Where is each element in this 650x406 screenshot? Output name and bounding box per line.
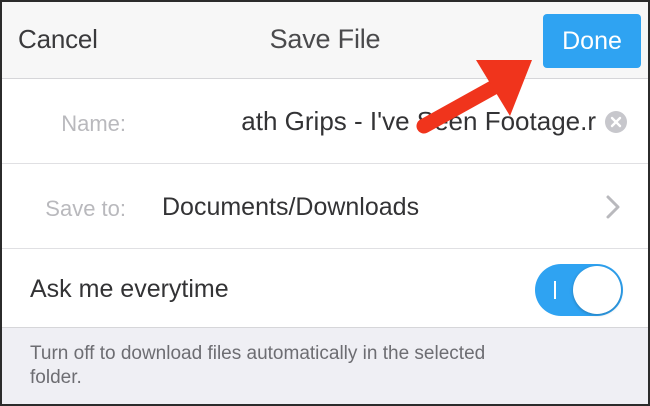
navigation-bar: Cancel Save File Done	[2, 2, 648, 79]
toggle-knob	[573, 266, 621, 314]
ask-me-row: Ask me everytime	[2, 249, 648, 328]
file-name-field[interactable]: ath Grips - I've Seen Footage.r	[160, 103, 596, 139]
clear-x-glyph	[610, 116, 622, 128]
name-row: Name: ath Grips - I've Seen Footage.r	[2, 79, 648, 164]
ask-me-toggle[interactable]	[535, 264, 623, 316]
toggle-on-mark	[554, 281, 556, 299]
file-name-value: ath Grips - I've Seen Footage.r	[241, 106, 596, 136]
ask-me-label: Ask me everytime	[30, 275, 229, 303]
save-to-row[interactable]: Save to: Documents/Downloads	[2, 164, 648, 249]
name-label: Name:	[61, 111, 126, 136]
footer-note: Turn off to download files automatically…	[30, 343, 486, 388]
clear-icon[interactable]	[605, 111, 627, 133]
save-to-label: Save to:	[45, 196, 126, 221]
chevron-right-icon	[606, 195, 620, 219]
save-file-dialog: Cancel Save File Done Name: ath Grips - …	[2, 2, 648, 404]
save-to-value: Documents/Downloads	[162, 193, 420, 221]
done-button[interactable]: Done	[543, 14, 641, 68]
